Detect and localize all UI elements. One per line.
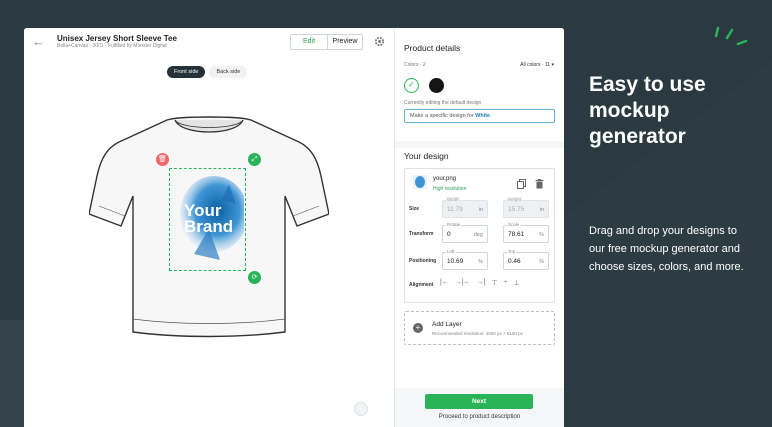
left-label: Left [446,249,456,254]
left-value: 10.69 [447,258,464,265]
product-details-card: Product details Colors · 2 All colors · … [395,28,564,141]
color-swatch-white[interactable]: ✓ [404,78,419,93]
product-details-title: Product details [404,43,461,53]
file-thumbnail [413,175,427,189]
top-unit: % [539,259,544,265]
add-layer-button[interactable]: + Add Layer Recommended resolution: 4500… [404,311,555,345]
plus-icon: + [413,323,423,333]
width-field: Width 11.79 in [442,197,488,218]
specific-design-button[interactable]: Make a specific design for White [404,109,555,123]
back-side-button[interactable]: Back side [209,66,248,78]
rotate-input[interactable]: Rotate 0 deg [442,222,488,243]
top-value: 0.46 [508,258,521,265]
align-center-vertical-icon[interactable]: ÷ [504,279,508,287]
preview-button[interactable]: Preview [328,35,362,49]
rotate-handle-icon[interactable]: ⟳ [248,271,261,284]
sparkle-icon [714,26,748,46]
top-label: Top [507,249,517,254]
file-name: your.png [433,176,457,182]
top-input[interactable]: Top 0.46 % [503,249,549,270]
color-swatch-black[interactable] [429,78,444,93]
gear-icon[interactable] [374,36,385,47]
trash-icon[interactable] [535,179,544,189]
positioning-label: Positioning [409,258,437,264]
alignment-controls: |← →|← →| ⊤ ÷ ⊥ [440,279,520,287]
alignment-label: Alignment [409,282,434,288]
left-input[interactable]: Left 10.69 % [442,249,488,270]
copy-icon[interactable] [517,179,526,189]
product-title: Unisex Jersey Short Sleeve Tee [57,34,177,43]
product-subtitle: Bella+Canvas · 3001 · Fulfilled by Monst… [57,43,167,49]
rotate-label: Rotate [446,222,462,227]
specific-design-prefix: Make a specific design for [410,113,476,119]
editing-note: Currently editing the default design [404,100,482,106]
scale-value: 78.61 [508,231,525,238]
all-colors-dropdown[interactable]: All colors · 11 ▾ [520,62,554,68]
all-colors-label: All colors · 11 [520,62,551,68]
width-unit: in [478,207,483,213]
height-unit: in [539,207,544,213]
align-top-icon[interactable]: ⊤ [491,279,497,287]
specific-design-color: White [475,113,491,119]
left-unit: % [478,259,483,265]
delete-design-icon[interactable]: 🗑 [156,153,169,166]
next-subtitle: Proceed to product description [438,414,521,420]
transform-label: Transform [409,231,434,237]
top-bar: ← Unisex Jersey Short Sleeve Tee Bella+C… [24,28,394,58]
align-left-icon[interactable]: |← [440,279,449,287]
settings-panel: Product details Colors · 2 All colors · … [394,28,564,427]
scale-unit: % [539,232,544,238]
height-label: Height [507,197,523,202]
align-bottom-icon[interactable]: ⊥ [513,279,519,287]
back-arrow-icon[interactable]: ← [32,35,46,49]
your-design-title: Your design [404,151,449,161]
next-button[interactable]: Next [425,394,533,409]
mode-toggle: Edit Preview [290,34,363,50]
align-center-horizontal-icon[interactable]: →|← [455,279,471,287]
height-field: Height 15.75 in [503,197,549,218]
add-layer-title: Add Layer [432,321,462,328]
edit-button[interactable]: Edit [291,35,328,49]
mockup-app-window: ← Unisex Jersey Short Sleeve Tee Bella+C… [24,28,564,427]
size-label: Size [409,206,420,212]
front-side-button[interactable]: Front side [167,66,206,78]
width-label: Width [446,197,460,202]
canvas-area: ← Unisex Jersey Short Sleeve Tee Bella+C… [24,28,394,427]
chevron-down-icon: ▾ [551,62,554,68]
check-icon: ✓ [408,80,415,89]
scale-input[interactable]: Scale 78.61 % [503,222,549,243]
promo-headline: Easy to use mockup generator [589,73,706,148]
file-resolution: High resolution [433,186,467,192]
colors-count-label: Colors · 2 [404,62,426,68]
rotate-value: 0 [447,231,451,238]
promo-description: Drag and drop your designs to our free m… [589,225,744,273]
your-design-card: Your design your.png High resolution Siz… [395,148,564,388]
scale-label: Scale [507,222,521,227]
align-right-icon[interactable]: →| [477,279,486,287]
next-section: Next Proceed to product description [395,390,564,427]
keyboard-shortcuts-icon[interactable] [354,402,368,416]
side-toggle: Front side Back side [167,66,248,78]
add-layer-recommendation: Recommended resolution: 4500 px × 5100 p… [432,331,523,336]
rotate-unit: deg [473,232,483,238]
design-file-box: your.png High resolution Size Width 11.7… [404,168,555,303]
design-bounding-box[interactable] [169,168,246,271]
width-value: 11.79 [447,206,463,213]
height-value: 15.75 [508,206,525,213]
resize-handle-icon[interactable]: ⤢ [248,153,261,166]
